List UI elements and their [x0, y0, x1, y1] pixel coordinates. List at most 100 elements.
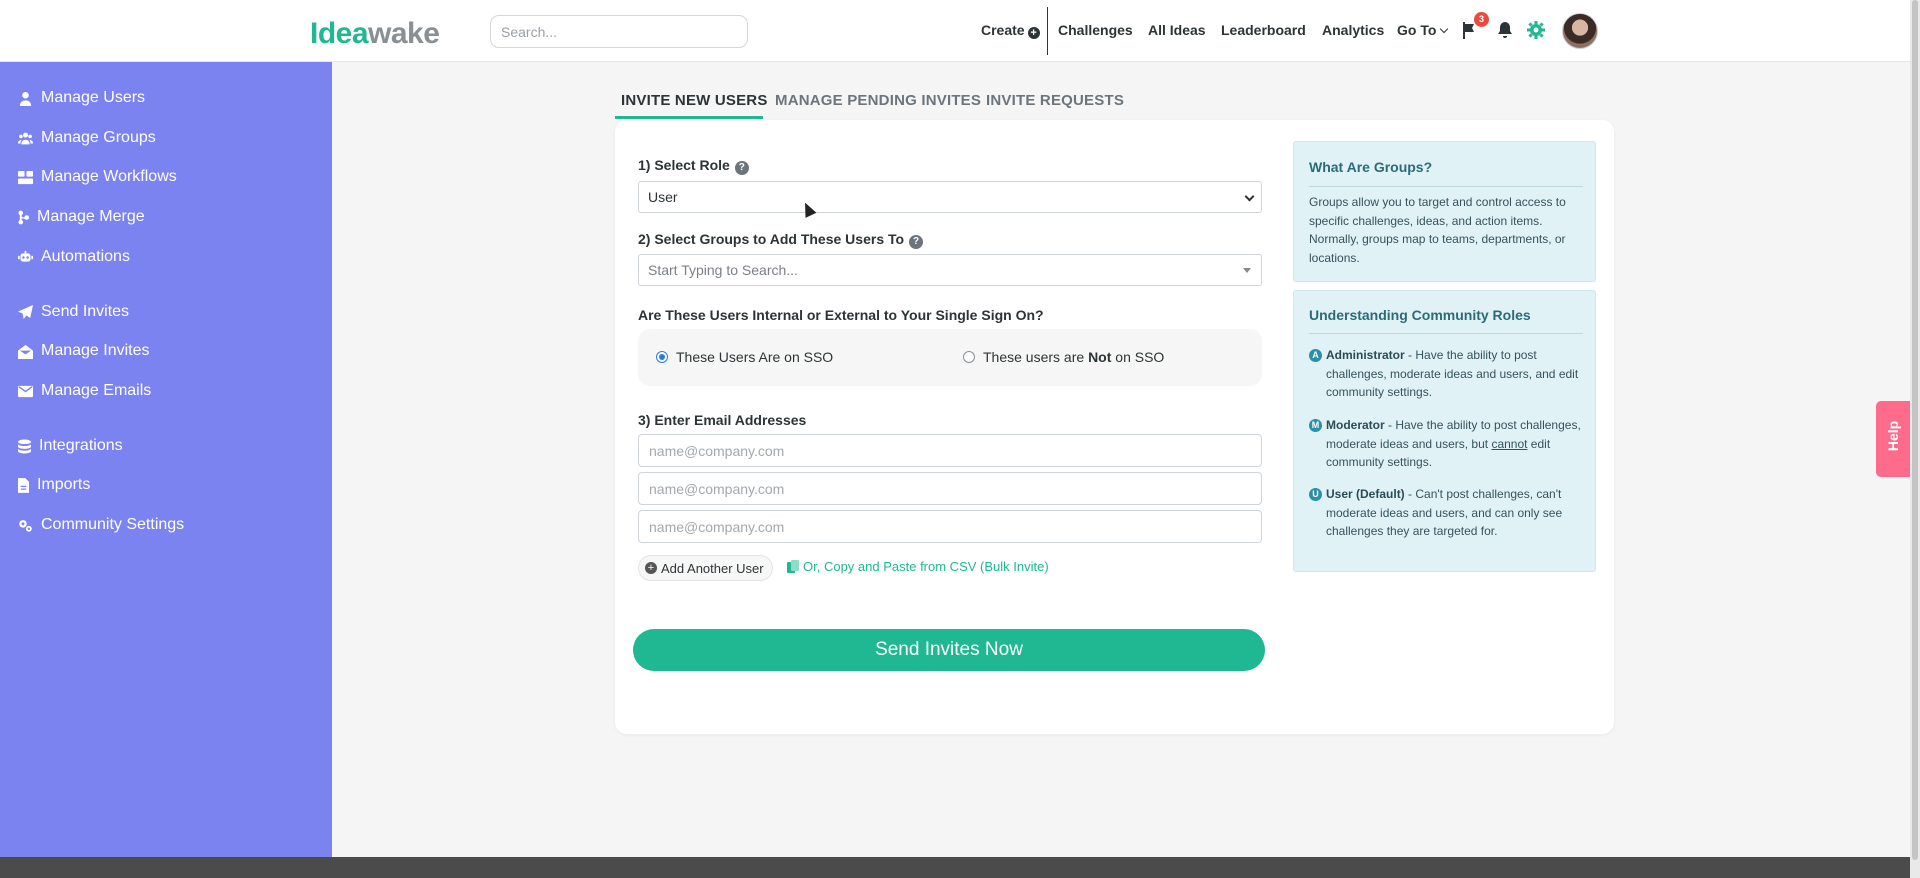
moderator-role-icon: M	[1309, 419, 1322, 432]
divider	[1309, 186, 1583, 187]
send-invites-button[interactable]: Send Invites Now	[633, 629, 1265, 671]
sidebar-item-label: Imports	[37, 476, 91, 493]
radio-sso-off[interactable]: These users are Not on SSO	[963, 349, 1164, 365]
tab-manage-pending-invites[interactable]: MANAGE PENDING INVITES	[775, 92, 981, 109]
groups-info-panel: What Are Groups? Groups allow you to tar…	[1293, 141, 1596, 282]
users-icon	[18, 132, 33, 144]
roles-info-title: Understanding Community Roles	[1309, 307, 1531, 323]
sidebar-item-community-settings[interactable]: Community Settings	[18, 516, 184, 534]
goto-label: Go To	[1397, 22, 1437, 38]
sidebar-item-manage-merge[interactable]: Manage Merge	[18, 208, 145, 226]
help-widget-tab[interactable]: Help	[1876, 401, 1912, 477]
select-role-label: 1) Select Role?	[638, 157, 749, 175]
roles-info-panel: Understanding Community Roles A Administr…	[1293, 290, 1596, 572]
radio-unselected-icon	[963, 351, 975, 363]
bell-icon[interactable]	[1497, 21, 1513, 44]
gears-icon	[19, 519, 32, 532]
paper-plane-icon	[18, 304, 33, 319]
sidebar-item-label: Manage Users	[41, 89, 146, 106]
sidebar-item-manage-users[interactable]: Manage Users	[18, 89, 145, 107]
robot-icon	[18, 250, 33, 262]
sidebar-item-automations[interactable]: Automations	[18, 248, 130, 266]
notification-badge: 3	[1474, 12, 1489, 27]
radio-sso-on[interactable]: These Users Are on SSO	[656, 349, 833, 365]
select-groups-label: 2) Select Groups to Add These Users To?	[638, 231, 924, 249]
sidebar-item-manage-emails[interactable]: Manage Emails	[18, 382, 151, 400]
tab-invite-requests[interactable]: INVITE REQUESTS	[986, 92, 1124, 109]
role-name: Moderator	[1326, 418, 1385, 432]
envelope-open-icon	[18, 344, 33, 359]
tab-invite-new-users[interactable]: INVITE NEW USERS	[621, 92, 768, 109]
sidebar-item-integrations[interactable]: Integrations	[18, 437, 123, 455]
chevron-down-icon	[1440, 24, 1449, 34]
help-label: Help	[1885, 420, 1902, 452]
flag-icon[interactable]	[1461, 21, 1477, 44]
email-field-3[interactable]	[638, 510, 1262, 543]
select-role-text: 1) Select Role	[638, 157, 730, 173]
chevron-down-icon	[1244, 191, 1255, 202]
select-groups-text: 2) Select Groups to Add These Users To	[638, 231, 905, 247]
nav-leaderboard[interactable]: Leaderboard	[1221, 22, 1306, 38]
database-icon	[18, 439, 31, 453]
role-administrator: A Administrator - Have the ability to pos…	[1309, 346, 1589, 402]
file-import-icon	[18, 477, 29, 493]
email-addresses-label: 3) Enter Email Addresses	[638, 412, 807, 428]
sidebar-item-manage-groups[interactable]: Manage Groups	[18, 129, 156, 147]
role-description-emphasis: cannot	[1491, 436, 1528, 451]
nav-all-ideas[interactable]: All Ideas	[1148, 22, 1206, 38]
divider	[1309, 333, 1583, 334]
sidebar-item-manage-invites[interactable]: Manage Invites	[18, 342, 150, 360]
envelope-icon	[18, 385, 33, 397]
role-select-value: User	[648, 189, 678, 205]
groups-info-body: Groups allow you to target and control a…	[1309, 195, 1566, 265]
groups-search-placeholder: Start Typing to Search...	[648, 262, 798, 278]
role-user: U User (Default) - Can't post challenges,…	[1309, 485, 1589, 541]
gear-icon[interactable]	[1527, 21, 1545, 44]
sidebar-item-imports[interactable]: Imports	[18, 476, 90, 494]
radio-selected-icon	[656, 351, 668, 363]
user-icon	[19, 91, 32, 106]
radio-sso-off-label-c: on SSO	[1111, 349, 1165, 365]
help-circle-icon[interactable]: ?	[734, 161, 749, 175]
role-moderator: M Moderator - Have the ability to post ch…	[1309, 416, 1589, 472]
sidebar-item-send-invites[interactable]: Send Invites	[18, 303, 129, 321]
email-field-2[interactable]	[638, 472, 1262, 505]
help-circle-icon[interactable]: ?	[909, 235, 924, 249]
bulk-invite-csv-label: Or, Copy and Paste from CSV (Bulk Invite…	[803, 559, 1049, 574]
create-label: Create	[981, 22, 1025, 38]
groups-search-select[interactable]: Start Typing to Search...	[638, 254, 1262, 286]
workflow-icon	[18, 170, 33, 184]
dropdown-arrow-icon	[1243, 268, 1251, 273]
email-field-1[interactable]	[638, 434, 1262, 467]
add-another-user-button[interactable]: + Add Another User	[638, 555, 773, 581]
plus-circle-icon: +	[645, 562, 657, 574]
active-tab-indicator	[615, 116, 763, 119]
bulk-invite-csv-link[interactable]: Or, Copy and Paste from CSV (Bulk Invite…	[787, 559, 1049, 574]
create-menu[interactable]: Create +	[981, 22, 1040, 39]
user-role-icon: U	[1309, 488, 1322, 501]
search-input[interactable]	[490, 15, 748, 48]
page-scrollbar[interactable]	[1910, 0, 1920, 878]
footer-strip	[0, 857, 1910, 878]
groups-info-title: What Are Groups?	[1309, 159, 1433, 175]
nav-goto-dropdown[interactable]: Go To	[1397, 22, 1449, 38]
sidebar-item-label: Manage Emails	[41, 382, 152, 399]
top-navigation-bar: Ideawake Create+ Challenges All Ideas Le…	[0, 0, 1910, 62]
add-another-user-label: Add Another User	[661, 560, 764, 576]
nav-analytics[interactable]: Analytics	[1322, 22, 1384, 38]
nav-divider	[1047, 7, 1048, 55]
sidebar-item-label: Manage Workflows	[41, 168, 177, 185]
scrollbar-thumb[interactable]	[1912, 0, 1918, 860]
sidebar-item-manage-workflows[interactable]: Manage Workflows	[18, 168, 177, 186]
paste-icon	[787, 559, 799, 573]
administrator-role-icon: A	[1309, 349, 1322, 362]
role-name: User (Default)	[1326, 487, 1405, 501]
role-select[interactable]: User	[638, 181, 1262, 213]
user-avatar[interactable]	[1562, 13, 1598, 49]
sidebar-item-label: Manage Merge	[37, 208, 145, 225]
plus-circle-icon: +	[1027, 27, 1040, 39]
nav-challenges[interactable]: Challenges	[1058, 22, 1133, 38]
ideawake-logo[interactable]: Ideawake	[310, 17, 440, 51]
radio-sso-off-label-a: These users are	[983, 349, 1085, 365]
sidebar-item-label: Automations	[41, 248, 130, 265]
